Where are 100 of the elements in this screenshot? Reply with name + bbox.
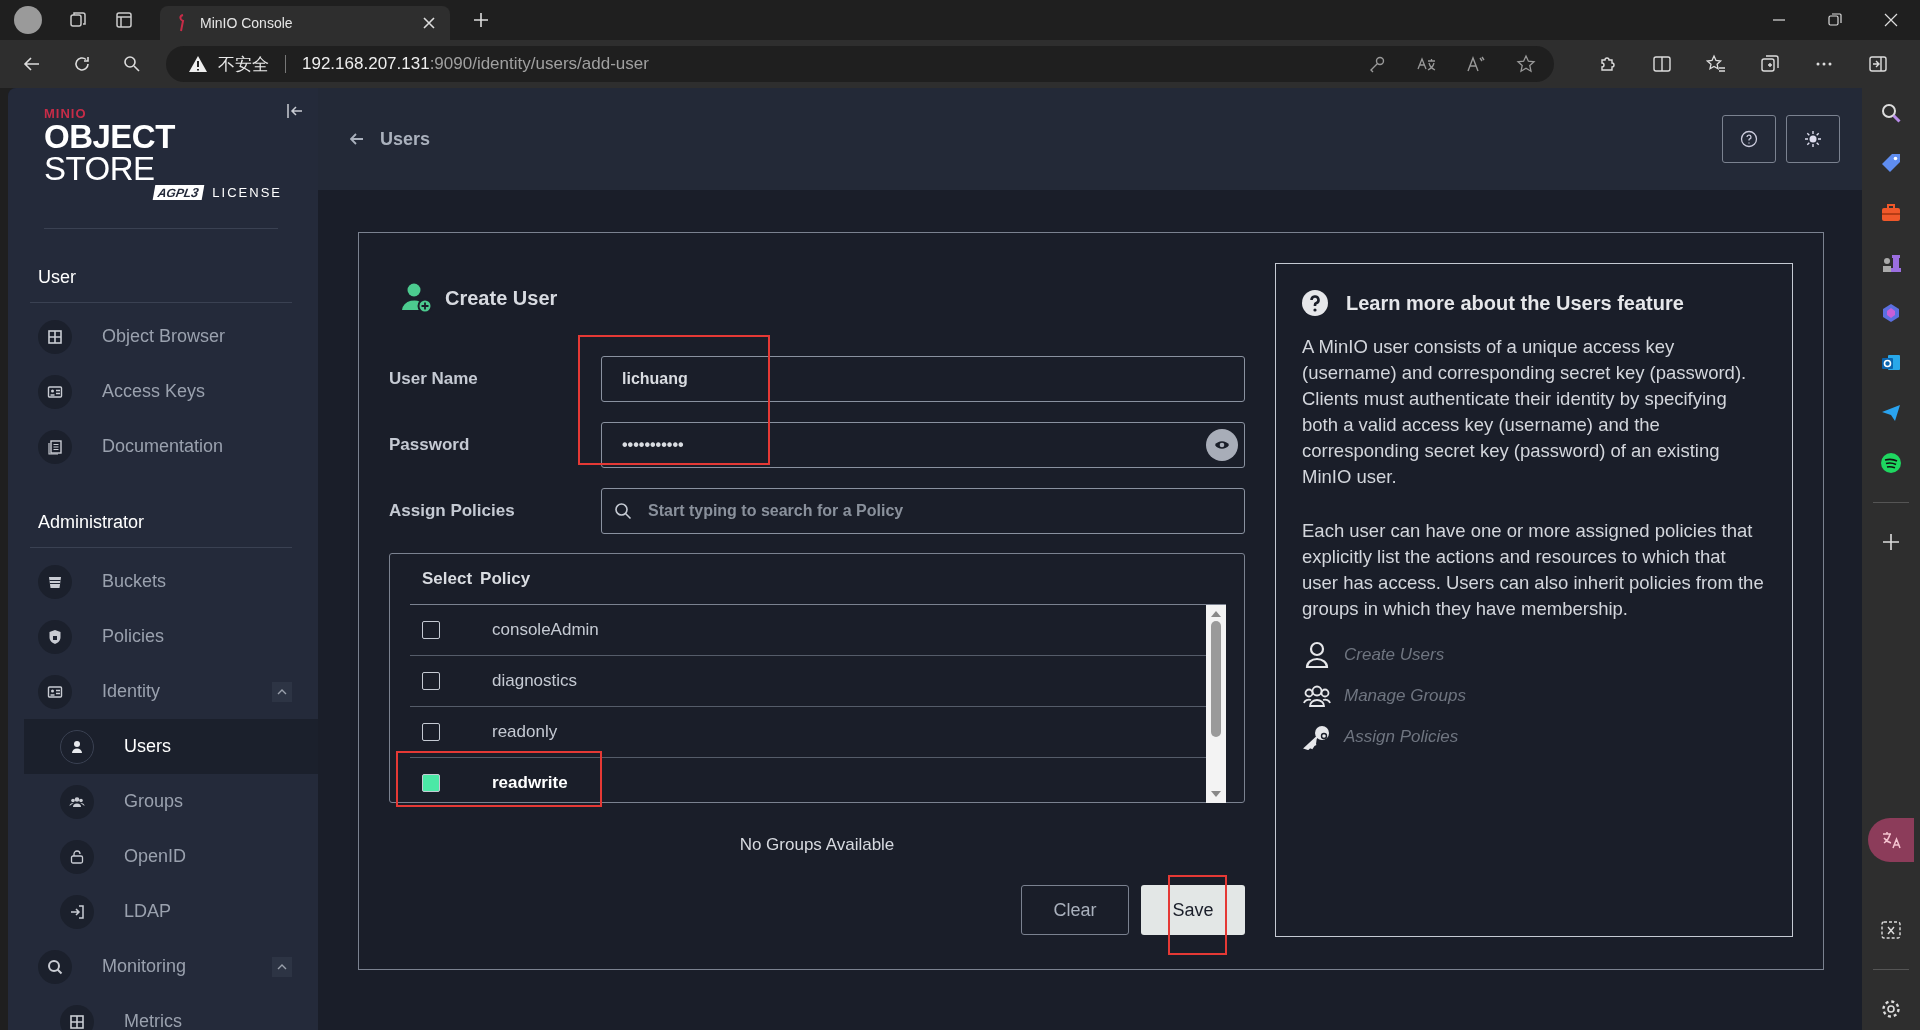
field-label: User Name (389, 369, 479, 389)
field-label: Assign Policies (389, 501, 516, 521)
help-paragraph: Each user can have one or more assigned policies that explicitly list the actions and resources to which that user has access. Users can also inherit policies from the groups in which they have membership. (1302, 519, 1765, 621)
nav-item[interactable]: Access Keys (30, 364, 318, 419)
chevron-icon[interactable] (272, 956, 292, 977)
bucket-icon (38, 564, 72, 599)
checkbox[interactable] (422, 774, 440, 792)
column-header: Policy (480, 569, 531, 589)
restore-icon[interactable] (1828, 13, 1842, 27)
translate-icon[interactable] (1416, 55, 1436, 73)
password-field[interactable]: ••••••••••• (601, 422, 1245, 468)
puzzle-icon[interactable] (1598, 54, 1618, 74)
warning-icon (188, 55, 208, 73)
browser-tab[interactable]: MinIO Console (160, 6, 450, 40)
split-screen-icon[interactable] (1652, 54, 1672, 74)
nav-item[interactable]: Policies (30, 609, 318, 664)
clear-button[interactable]: Clear (1021, 885, 1129, 935)
sidebar-toggle-icon[interactable] (1868, 54, 1888, 74)
users-icon (60, 784, 94, 819)
collapse-icon[interactable] (286, 102, 304, 120)
logo: MINIO OBJECT STORE AGPL3 LICENSE (44, 106, 282, 200)
security-label: 不安全 (218, 53, 269, 76)
checkbox[interactable] (422, 723, 440, 741)
nav-item[interactable]: Documentation (30, 419, 318, 474)
close-icon[interactable] (422, 16, 436, 30)
back-arrow-icon (350, 133, 364, 145)
search-icon (614, 502, 632, 520)
nav-item[interactable]: Users (24, 719, 318, 774)
card-icon (38, 674, 72, 709)
checkbox[interactable] (422, 621, 440, 639)
nav-item[interactable]: OpenID (24, 829, 318, 884)
scroll-up-icon[interactable] (1211, 611, 1221, 617)
table-cell: readwrite (492, 773, 568, 793)
sun-icon (1804, 130, 1822, 148)
address-field[interactable]: 不安全 192.168.207.131:9090/identity/users/add-user (166, 46, 1554, 82)
nav-item[interactable]: Monitoring (30, 939, 318, 994)
form-title: Create User (445, 286, 558, 310)
workspaces-icon[interactable] (68, 10, 88, 30)
table-cell: consoleAdmin (492, 620, 599, 640)
help-link[interactable]: Assign Policies (1344, 726, 1459, 747)
help-link[interactable]: Manage Groups (1344, 685, 1466, 706)
empty-message: No Groups Available (738, 835, 896, 855)
search-icon[interactable] (122, 54, 142, 74)
grid-icon (60, 1004, 94, 1030)
help-title: Learn more about the Users feature (1346, 291, 1684, 315)
help-icon (1302, 290, 1328, 316)
doc-icon (38, 429, 72, 464)
table-cell: diagnostics (492, 671, 578, 691)
field-label: Password (389, 435, 471, 455)
help-button[interactable] (1722, 115, 1776, 163)
collections-icon[interactable] (1760, 54, 1780, 74)
url-text: 192.168.207.131:9090/identity/users/add-user (302, 54, 649, 74)
settings-icon[interactable] (1880, 998, 1902, 1020)
user-icon (60, 729, 94, 764)
tab-actions-icon[interactable] (114, 10, 134, 30)
toolbox-icon[interactable] (1880, 202, 1902, 224)
show-password-icon[interactable] (1206, 429, 1238, 461)
screenshot-icon[interactable] (1880, 919, 1902, 941)
search-icon[interactable] (1880, 102, 1902, 124)
add-icon[interactable] (1880, 531, 1902, 553)
nav-item[interactable]: Metrics (24, 994, 318, 1030)
key-icon[interactable] (1368, 55, 1386, 73)
star-icon[interactable] (1516, 54, 1536, 74)
add-user-icon (401, 282, 433, 314)
scroll-down-icon[interactable] (1211, 791, 1221, 797)
nav-item[interactable]: Identity (30, 664, 318, 719)
close-icon[interactable] (1884, 13, 1898, 27)
grid-icon (38, 319, 72, 354)
scrollbar[interactable] (1206, 605, 1226, 803)
card-icon (38, 374, 72, 409)
translate-button[interactable] (1868, 818, 1914, 862)
refresh-icon[interactable] (72, 54, 92, 74)
back-link[interactable]: Users (350, 128, 431, 150)
lock-icon (60, 839, 94, 874)
save-button[interactable]: Save (1141, 885, 1245, 935)
login-icon (60, 894, 94, 929)
input-field[interactable]: lichuang (601, 356, 1245, 402)
nav-item[interactable]: Buckets (30, 554, 318, 609)
new-tab-icon[interactable] (472, 11, 490, 29)
chess-icon[interactable] (1880, 252, 1902, 274)
column-header: Select (422, 569, 473, 589)
music-icon[interactable] (1880, 452, 1902, 474)
nav-item[interactable]: LDAP (24, 884, 318, 939)
translate-icon (1881, 830, 1901, 850)
help-link[interactable]: Create Users (1344, 644, 1445, 665)
tag-icon[interactable] (1880, 152, 1902, 174)
nav-item[interactable]: Object Browser (30, 309, 318, 364)
checkbox[interactable] (422, 672, 440, 690)
chevron-icon[interactable] (272, 681, 292, 702)
group-icon (1302, 683, 1332, 708)
help-icon (1740, 130, 1758, 148)
shield-icon (38, 619, 72, 654)
favorites-icon[interactable] (1706, 54, 1726, 74)
profile-icon[interactable] (14, 6, 42, 34)
nav-item[interactable]: Groups (24, 774, 318, 829)
read-aloud-icon[interactable] (1466, 55, 1486, 73)
table-cell: readonly (492, 722, 558, 742)
theme-button[interactable] (1786, 115, 1840, 163)
section-title: Administrator (30, 508, 292, 548)
search-field[interactable]: Start typing to search for a Policy (601, 488, 1245, 534)
